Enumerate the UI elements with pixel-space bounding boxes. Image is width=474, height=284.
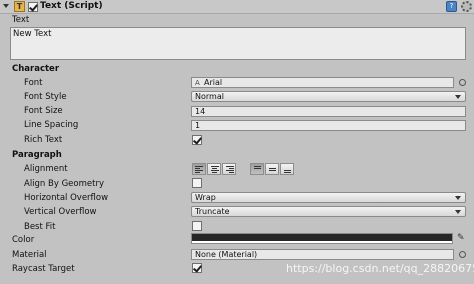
font-label: Font (24, 78, 43, 88)
material-label: Material (12, 250, 47, 260)
color-label: Color (12, 235, 35, 245)
font-size-field[interactable]: 14 (191, 106, 466, 117)
font-style-dropdown[interactable]: Normal (191, 91, 466, 102)
paragraph-heading: Paragraph (12, 150, 62, 160)
text-label: Text (12, 15, 30, 25)
object-picker-icon[interactable] (459, 251, 466, 258)
line-spacing-label: Line Spacing (24, 120, 79, 130)
component-enabled-checkbox[interactable] (28, 2, 38, 12)
horizontal-overflow-value: Wrap (195, 193, 216, 202)
vertical-overflow-value: Truncate (195, 207, 230, 216)
font-style-label: Font Style (24, 92, 67, 102)
align-right-button[interactable] (222, 163, 236, 175)
text-component-icon: T (14, 1, 25, 12)
eyedropper-icon[interactable]: ✎ (457, 233, 467, 243)
best-fit-label: Best Fit (24, 222, 56, 232)
gear-icon[interactable] (461, 1, 472, 12)
book-icon[interactable]: ? (446, 1, 457, 12)
font-field[interactable]: A Arial (191, 77, 454, 88)
align-bottom-button[interactable] (280, 163, 294, 175)
align-top-button[interactable] (250, 163, 264, 175)
raycast-target-label: Raycast Target (12, 264, 75, 274)
text-input[interactable]: New Text (10, 27, 466, 60)
align-by-geometry-checkbox[interactable] (192, 178, 202, 188)
rich-text-label: Rich Text (24, 135, 63, 145)
character-heading: Character (12, 64, 60, 74)
alignment-label: Alignment (24, 164, 68, 174)
font-asset-icon: A (195, 79, 200, 87)
align-middle-button[interactable] (265, 163, 279, 175)
object-picker-icon[interactable] (459, 79, 466, 86)
align-center-button[interactable] (207, 163, 221, 175)
foldout-arrow-icon[interactable] (3, 4, 9, 8)
chevron-down-icon (455, 210, 461, 214)
vertical-overflow-label: Vertical Overflow (24, 207, 97, 217)
font-size-label: Font Size (24, 106, 63, 116)
align-left-button[interactable] (192, 163, 206, 175)
align-by-geometry-label: Align By Geometry (24, 179, 104, 189)
raycast-target-checkbox[interactable] (192, 263, 202, 273)
chevron-down-icon (455, 196, 461, 200)
chevron-down-icon (455, 95, 461, 99)
line-spacing-field[interactable]: 1 (191, 120, 466, 131)
font-value: Arial (204, 78, 223, 87)
vertical-overflow-dropdown[interactable]: Truncate (191, 206, 466, 217)
horizontal-overflow-dropdown[interactable]: Wrap (191, 192, 466, 203)
material-field[interactable]: None (Material) (191, 249, 454, 260)
horizontal-overflow-label: Horizontal Overflow (24, 193, 109, 203)
color-field[interactable] (191, 233, 453, 244)
best-fit-checkbox[interactable] (192, 221, 202, 231)
component-title: Text (Script) (40, 1, 103, 11)
watermark-text: https://blog.csdn.net/qq_28820675 (286, 262, 474, 275)
rich-text-checkbox[interactable] (192, 135, 202, 145)
font-style-value: Normal (195, 92, 224, 101)
